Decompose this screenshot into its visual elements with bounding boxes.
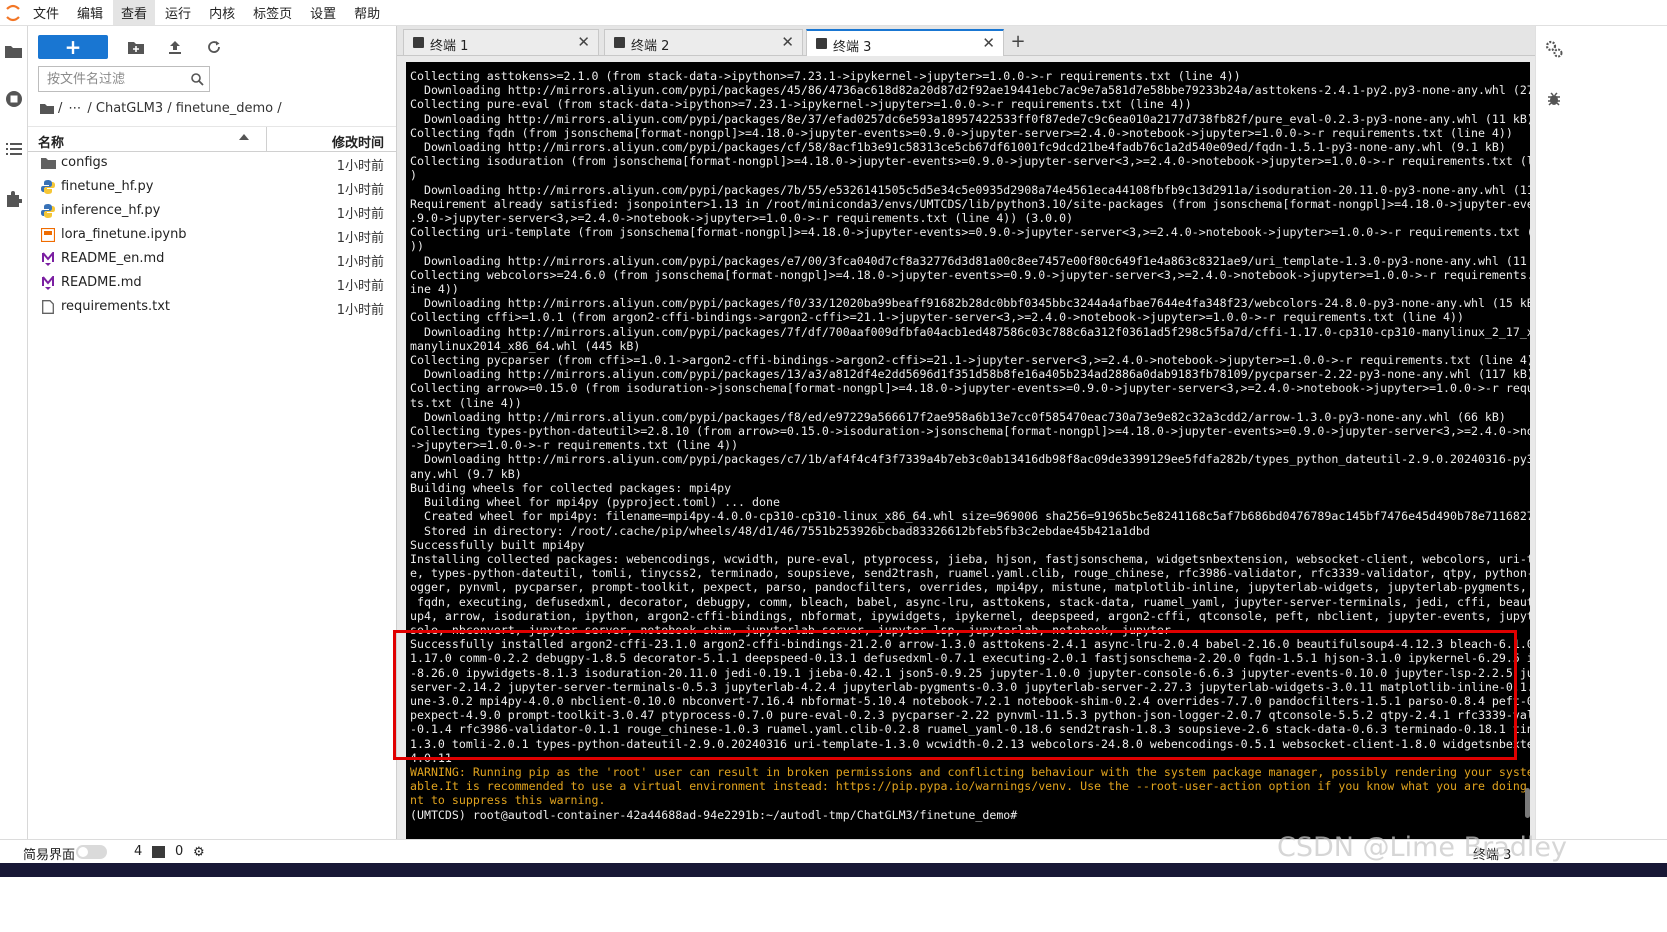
file-row[interactable]: configs 1小时前 [28, 151, 396, 175]
close-icon[interactable]: ✕ [577, 33, 590, 51]
kernel-count[interactable]: 0 [175, 844, 183, 859]
file-browser-toolbar: + [38, 34, 225, 60]
search-icon [191, 73, 204, 86]
simple-mode-label: 简易界面 [23, 848, 76, 863]
file-filter-input[interactable] [45, 70, 189, 88]
property-inspector-icon[interactable] [1543, 38, 1564, 59]
dock-strip [0, 863, 1667, 877]
folder-icon[interactable] [40, 103, 54, 114]
menu-file[interactable]: 文件 [25, 0, 67, 25]
extensions-icon[interactable] [3, 188, 24, 209]
menu-tabs[interactable]: 标签页 [245, 0, 300, 25]
breadcrumb-path[interactable]: / ChatGLM3 / finetune_demo / [87, 101, 281, 116]
terminal-log: Collecting asttokens>=2.1.0 (from stack-… [410, 69, 1530, 765]
column-modified-header[interactable]: 修改时间 [332, 132, 384, 151]
tab-terminal-1[interactable]: 终端 1 ✕ [403, 29, 599, 55]
status-bar: 简易界面 4 0 ⚙ 终端 3 [0, 839, 1667, 864]
file-filter-field[interactable] [38, 66, 210, 92]
terminal-output[interactable]: Collecting asttokens>=2.1.0 (from stack-… [410, 69, 1530, 822]
file-name: README.md [61, 275, 142, 290]
menu-bar: 文件 编辑 查看 运行 内核 标签页 设置 帮助 [0, 0, 1667, 26]
jupyter-logo-icon [0, 0, 25, 25]
folder-icon [40, 155, 56, 171]
breadcrumb: / ⋯ / ChatGLM3 / finetune_demo / [40, 101, 288, 116]
pip-warning: WARNING: Running pip as the 'root' user … [410, 764, 1530, 808]
file-name: lora_finetune.ipynb [61, 227, 187, 242]
python-file-icon [40, 203, 56, 219]
file-modified: 1小时前 [336, 159, 384, 174]
file-browser: + / ⋯ / ChatGLM3 / finetune_demo / 名称 修改… [28, 26, 397, 896]
file-modified: 1小时前 [336, 279, 384, 294]
page-bottom-margin [0, 877, 1667, 932]
terminal-count[interactable]: 4 [134, 844, 142, 859]
file-list-header: 名称 修改时间 [28, 126, 396, 152]
refresh-icon[interactable] [203, 36, 225, 58]
new-launcher-button[interactable]: + [38, 35, 108, 59]
file-row[interactable]: lora_finetune.ipynb 1小时前 [28, 223, 396, 247]
file-name: configs [61, 155, 108, 170]
file-row[interactable]: finetune_hf.py 1小时前 [28, 175, 396, 199]
menu-run[interactable]: 运行 [157, 0, 199, 25]
running-kernels-icon[interactable] [3, 88, 24, 109]
notebook-icon [40, 227, 56, 243]
breadcrumb-root[interactable]: / [58, 101, 62, 116]
file-name: finetune_hf.py [61, 179, 154, 194]
tab-label: 终端 2 [631, 39, 670, 54]
main-area: 终端 1 ✕ 终端 2 ✕ 终端 3 ✕ + Collecting asttok… [397, 26, 1535, 896]
terminal-scrollbar[interactable] [1525, 788, 1530, 818]
debugger-icon[interactable] [1543, 88, 1564, 109]
python-file-icon [40, 179, 56, 195]
tab-label: 终端 3 [833, 40, 872, 55]
file-row[interactable]: requirements.txt 1小时前 [28, 295, 396, 319]
tab-label: 终端 1 [430, 39, 469, 54]
file-modified: 1小时前 [336, 207, 384, 222]
markdown-icon [40, 251, 56, 267]
shell-prompt: (UMTCDS) root@autodl-container-42a44688a… [410, 807, 1018, 822]
menu-settings[interactable]: 设置 [302, 0, 344, 25]
close-icon[interactable]: ✕ [982, 34, 995, 52]
sort-ascending-icon[interactable] [239, 134, 249, 140]
terminal-panel[interactable]: Collecting asttokens>=2.1.0 (from stack-… [406, 62, 1530, 850]
tab-bar: 终端 1 ✕ 终端 2 ✕ 终端 3 ✕ + [397, 26, 1535, 56]
table-of-contents-icon[interactable] [3, 138, 24, 159]
file-name: inference_hf.py [61, 203, 161, 218]
menu-edit[interactable]: 编辑 [69, 0, 111, 25]
file-modified: 1小时前 [336, 255, 384, 270]
gear-icon[interactable]: ⚙ [193, 845, 205, 860]
terminal-icon [816, 38, 827, 49]
menu-help[interactable]: 帮助 [346, 0, 388, 25]
new-folder-icon[interactable] [125, 36, 147, 58]
left-activity-bar [0, 26, 28, 896]
menu-kernel[interactable]: 内核 [201, 0, 243, 25]
file-name: requirements.txt [61, 299, 171, 314]
file-name: README_en.md [61, 251, 165, 266]
upload-icon[interactable] [164, 36, 186, 58]
folder-icon[interactable] [3, 40, 24, 61]
active-document-label: 终端 3 [1473, 848, 1512, 863]
menu-view[interactable]: 查看 [113, 0, 156, 25]
breadcrumb-ellipsis[interactable]: ⋯ [68, 101, 81, 116]
column-divider[interactable] [266, 127, 267, 151]
file-row[interactable]: README.md 1小时前 [28, 271, 396, 295]
close-icon[interactable]: ✕ [781, 33, 794, 51]
right-activity-bar [1535, 26, 1568, 896]
simple-mode-toggle[interactable] [76, 845, 107, 859]
tab-terminal-2[interactable]: 终端 2 ✕ [604, 29, 803, 55]
file-row[interactable]: inference_hf.py 1小时前 [28, 199, 396, 223]
file-modified: 1小时前 [336, 303, 384, 318]
tab-terminal-3[interactable]: 终端 3 ✕ [806, 29, 1004, 56]
file-row[interactable]: README_en.md 1小时前 [28, 247, 396, 271]
terminal-icon[interactable] [152, 846, 165, 858]
terminal-icon [614, 37, 625, 48]
column-name-header[interactable]: 名称 [38, 132, 64, 151]
markdown-icon [40, 275, 56, 291]
terminal-icon [413, 37, 424, 48]
new-tab-button[interactable]: + [1008, 30, 1028, 52]
text-file-icon [40, 299, 56, 315]
file-modified: 1小时前 [336, 183, 384, 198]
file-modified: 1小时前 [336, 231, 384, 246]
